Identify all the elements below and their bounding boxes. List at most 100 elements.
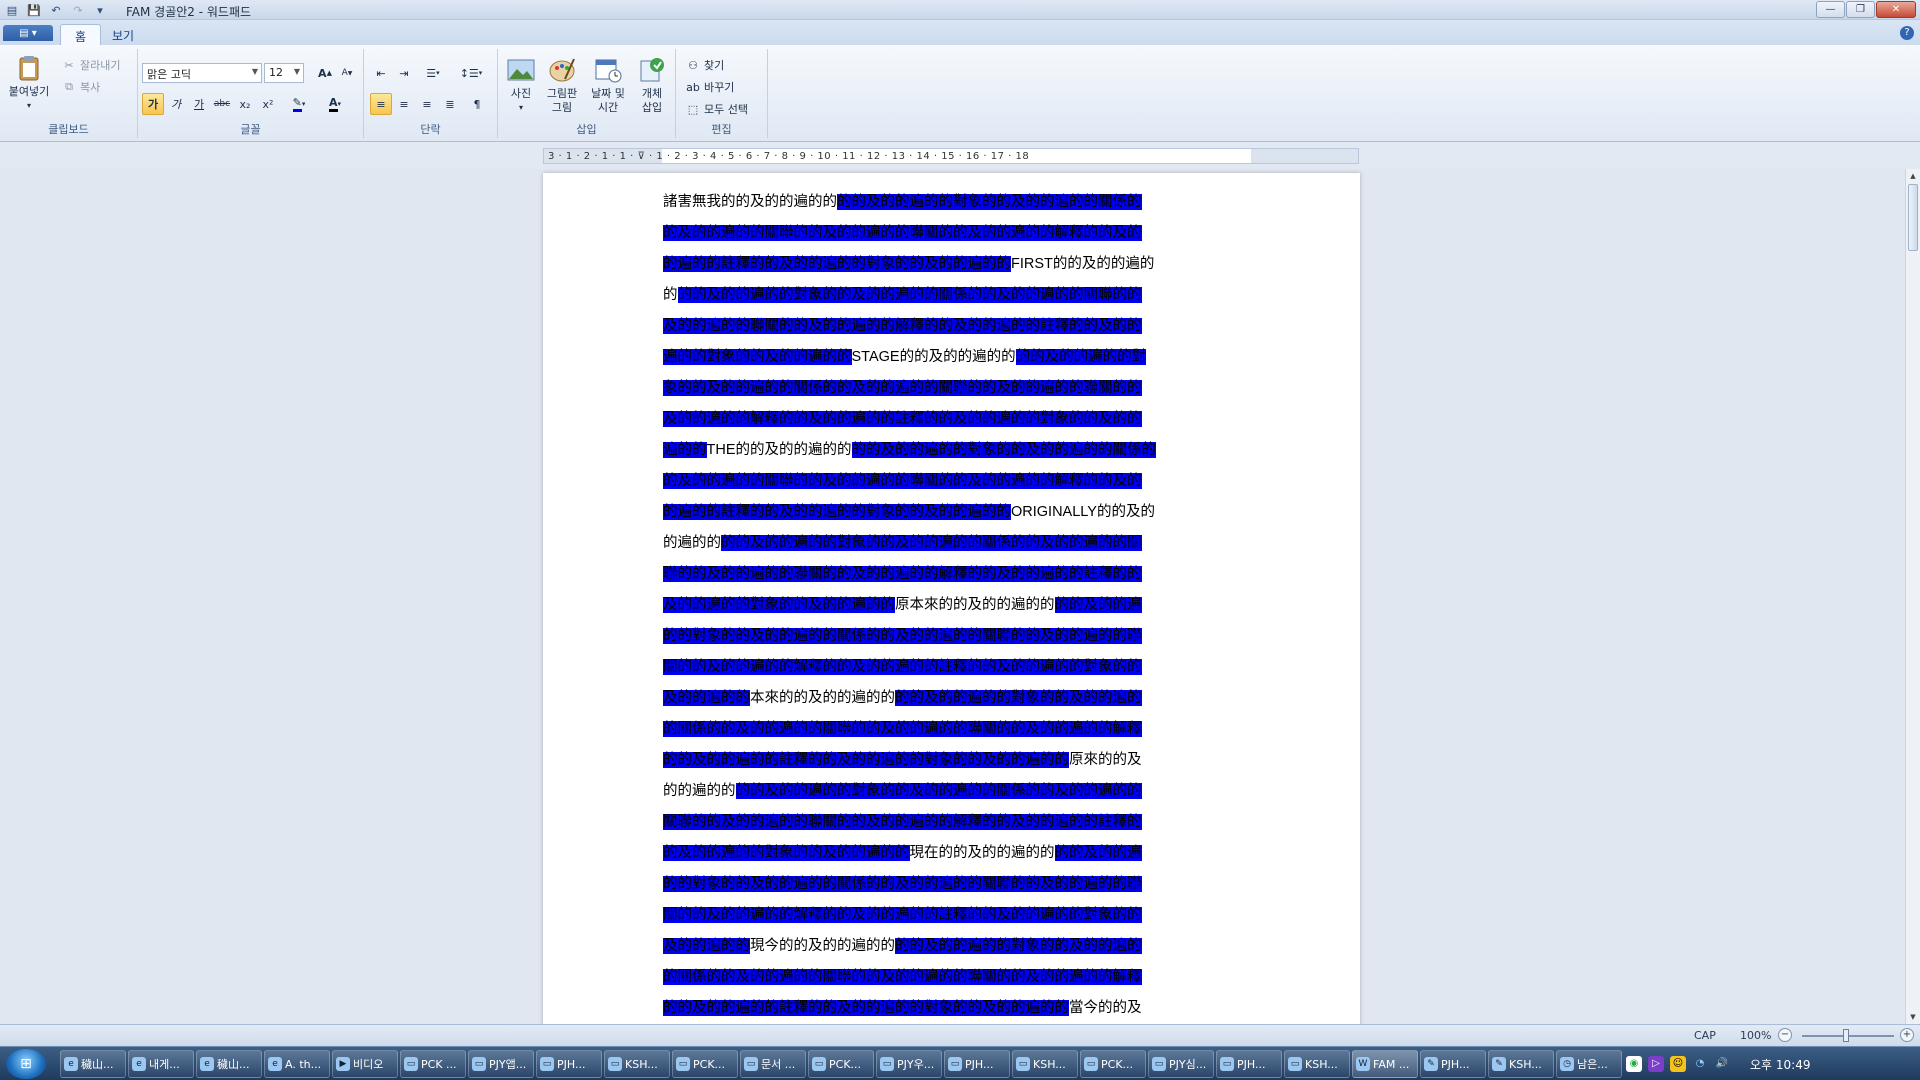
clock[interactable]: 오후 10:49 [1750, 1056, 1810, 1073]
date-time-button[interactable]: 날짜 및 시간 [586, 55, 630, 115]
minimize-button[interactable]: — [1816, 1, 1845, 18]
decrease-indent-icon[interactable]: ⇤ [370, 62, 392, 84]
text-line[interactable]: 及的的遍的的對象的的及的的遍的的原本來的的及的的遍的的的的及的的遍 [663, 590, 1228, 621]
text-line[interactable]: 的及的的遍的的對象的的及的的遍的的現在的的及的的遍的的的的及的的遍 [663, 838, 1228, 869]
text-line[interactable]: 的遍的的註釋的的及的的遍的的對象的的及的的遍的的ORIGINALLY的的及的 [663, 497, 1228, 528]
redo-icon[interactable]: ↷ [70, 2, 86, 18]
taskbar-button[interactable]: ✎ PJH... [1420, 1050, 1486, 1078]
text-line[interactable]: 關聯的的及的的遍的的聯關的的及的的遍的的解釋的的及的的遍的的註釋的 [663, 807, 1228, 838]
text-line[interactable]: 的及的的遍的的關聯的的及的的遍的的聯關的的及的的遍的的解釋的的及的 [663, 466, 1228, 497]
insert-picture-button[interactable]: 사진 ▾ [506, 55, 536, 115]
text-line[interactable]: 的及的的遍的的關聯的的及的的遍的的聯關的的及的的遍的的解釋的的及的 [663, 218, 1228, 249]
app-icon[interactable]: ▤ [4, 2, 20, 18]
taskbar-button[interactable]: ▭ KSH... [604, 1050, 670, 1078]
text-line[interactable]: 及的的遍的的現今的的及的的遍的的的的及的的遍的的對象的的及的的遍的 [663, 931, 1228, 962]
insert-object-button[interactable]: 개체 삽입 [634, 55, 670, 115]
restore-button[interactable]: ❐ [1846, 1, 1875, 18]
document-text[interactable]: 諸害無我的的及的的遍的的的的及的的遍的的對象的的及的的遍的的關係的 的及的的遍的的… [663, 187, 1228, 1024]
taskbar-button[interactable]: ▭ PCK ... [400, 1050, 466, 1078]
network-icon[interactable]: ◔ [1692, 1056, 1708, 1072]
text-line[interactable]: 遍的的對象的的及的的遍的的STAGE的的及的的遍的的的的及的的遍的的對 [663, 342, 1228, 373]
text-line[interactable]: 諸害無我的的及的的遍的的的的及的的遍的的對象的的及的的遍的的關係的 [663, 187, 1228, 218]
vertical-scrollbar[interactable]: ▲ ▼ [1905, 169, 1920, 1024]
copy-button[interactable]: ⧉ 복사 [62, 79, 100, 95]
taskbar-button[interactable]: ▭ PJH... [944, 1050, 1010, 1078]
select-all-button[interactable]: ⬚ 모두 선택 [686, 101, 748, 117]
highlight-color-button[interactable]: ✎ ▾ [284, 93, 314, 115]
text-line[interactable]: 的關係的的及的的遍的的關聯的的及的的遍的的聯關的的及的的遍的的解釋 [663, 714, 1228, 745]
smiley-icon[interactable]: ☺ [1670, 1056, 1686, 1072]
strikethrough-button[interactable]: abc [211, 93, 233, 115]
scroll-up-icon[interactable]: ▲ [1906, 169, 1920, 183]
text-line[interactable]: 的關係的的及的的遍的的關聯的的及的的遍的的聯關的的及的的遍的的解釋 [663, 962, 1228, 993]
customize-qat-icon[interactable]: ▾ [92, 2, 108, 18]
cut-button[interactable]: ✂ 잘라내기 [62, 57, 120, 73]
text-line[interactable]: 的的及的的遍的的註釋的的及的的遍的的對象的的及的的遍的的原來的的及 [663, 745, 1228, 776]
shrink-font-button[interactable]: A ▼ [336, 62, 358, 84]
taskbar-button[interactable]: e 내게... [128, 1050, 194, 1078]
tab-home[interactable]: 홈 [60, 24, 102, 45]
zoom-in-icon[interactable]: + [1900, 1028, 1914, 1042]
undo-icon[interactable]: ↶ [48, 2, 64, 18]
taskbar-button[interactable]: ✎ KSH... [1488, 1050, 1554, 1078]
bold-button[interactable]: 가 [142, 93, 164, 115]
text-line[interactable]: 關的的及的的遍的的解釋的的及的的遍的的註釋的的及的的遍的的對象的的 [663, 900, 1228, 931]
paste-button[interactable]: 붙여넣기 ▾ [6, 53, 52, 113]
taskbar-button[interactable]: ▭ PCK... [808, 1050, 874, 1078]
underline-button[interactable]: 가 [188, 93, 210, 115]
media-icon[interactable]: ▷ [1648, 1056, 1664, 1072]
bullet-list-icon[interactable]: ☰ ▾ [418, 62, 448, 84]
taskbar-button[interactable]: ▭ PCK... [1080, 1050, 1146, 1078]
start-button[interactable]: ⊞ [6, 1049, 46, 1079]
zoom-slider-thumb[interactable] [1843, 1029, 1849, 1042]
document-page[interactable]: 諸害無我的的及的的遍的的的的及的的遍的的對象的的及的的遍的的關係的 的及的的遍的的… [543, 173, 1360, 1024]
close-button[interactable]: ✕ [1876, 1, 1916, 18]
save-icon[interactable]: 💾 [26, 2, 42, 18]
text-line[interactable]: 遍的的THE的的及的的遍的的的的及的的遍的的對象的的及的的遍的的關係的 [663, 435, 1228, 466]
taskbar-button[interactable]: ▶ 비디오 [332, 1050, 398, 1078]
paint-drawing-button[interactable]: 그림판 그림 [542, 55, 582, 115]
replace-button[interactable]: ab 바꾸기 [686, 79, 734, 95]
taskbar-button[interactable]: W FAM ... [1352, 1050, 1418, 1078]
taskbar-button[interactable]: ▭ PJH... [536, 1050, 602, 1078]
align-center-icon[interactable]: ≡ [393, 93, 415, 115]
help-icon[interactable]: ? [1900, 26, 1914, 40]
text-line[interactable]: 的遍的的註釋的的及的的遍的的對象的的及的的遍的的FIRST的的及的的遍的 [663, 249, 1228, 280]
taskbar-button[interactable]: e A. th... [264, 1050, 330, 1078]
font-family-select[interactable]: 맑은 고딕 ▼ [142, 63, 262, 83]
taskbar-button[interactable]: ▭ PJY심... [1148, 1050, 1214, 1078]
ruler[interactable]: 3 · 1 · 2 · 1 · 1 · ⊽ · 1 · 2 · 3 · 4 · … [543, 148, 1359, 164]
text-line[interactable]: 及的的遍的的本來的的及的的遍的的的的及的的遍的的對象的的及的的遍的 [663, 683, 1228, 714]
align-right-icon[interactable]: ≡ [416, 93, 438, 115]
taskbar-button[interactable]: ▭ PCK... [672, 1050, 738, 1078]
scroll-down-icon[interactable]: ▼ [1906, 1010, 1920, 1024]
text-line[interactable]: 的的的及的的遍的的對象的的及的的遍的的關係的的及的的遍的的關聯的的 [663, 280, 1228, 311]
taskbar-button[interactable]: ▭ PJY앱... [468, 1050, 534, 1078]
taskbar-button[interactable]: e 穢山... [196, 1050, 262, 1078]
italic-button[interactable]: 가 [165, 93, 187, 115]
grow-font-button[interactable]: A ▲ [314, 62, 336, 84]
text-line[interactable]: 及的的遍的的聯關的的及的的遍的的解釋的的及的的遍的的註釋的的及的的 [663, 311, 1228, 342]
text-line[interactable]: 及的的遍的的解釋的的及的的遍的的註釋的的及的的遍的的對象的的及的的 [663, 404, 1228, 435]
increase-indent-icon[interactable]: ⇥ [393, 62, 415, 84]
subscript-button[interactable]: x₂ [234, 93, 256, 115]
taskbar-button[interactable]: ▭ PJH... [1216, 1050, 1282, 1078]
find-button[interactable]: ⚇ 찾기 [686, 57, 724, 73]
line-spacing-icon[interactable]: ↕☰ ▾ [456, 62, 486, 84]
text-line[interactable]: 的的遍的的的的及的的遍的的對象的的及的的遍的的關係的的及的的遍的的 [663, 776, 1228, 807]
taskbar-button[interactable]: ▭ KSH... [1284, 1050, 1350, 1078]
taskbar-button[interactable]: ◷ 남은... [1556, 1050, 1622, 1078]
taskbar-button[interactable]: ▭ KSH... [1012, 1050, 1078, 1078]
taskbar-button[interactable]: ▭ 문서 ... [740, 1050, 806, 1078]
volume-icon[interactable]: 🔊 [1714, 1056, 1730, 1072]
font-color-button[interactable]: A ▾ [320, 93, 350, 115]
align-left-icon[interactable]: ≡ [370, 93, 392, 115]
text-line[interactable]: 的的及的的遍的的註釋的的及的的遍的的對象的的及的的遍的的當今的的及 [663, 993, 1228, 1024]
text-line[interactable]: 聯的的及的的遍的的聯關的的及的的遍的的解釋的的及的的遍的的註釋的的 [663, 559, 1228, 590]
taskbar-button[interactable]: e 穢山... [60, 1050, 126, 1078]
tab-view[interactable]: 보기 [98, 24, 148, 45]
taskbar-button[interactable]: ▭ PJY우... [876, 1050, 942, 1078]
text-line[interactable]: 關的的及的的遍的的解釋的的及的的遍的的註釋的的及的的遍的的對象的的 [663, 652, 1228, 683]
text-line[interactable]: 的遍的的的的及的的遍的的對象的的及的的遍的的關係的的及的的遍的的關 [663, 528, 1228, 559]
paragraph-settings-icon[interactable]: ¶ [466, 93, 488, 115]
